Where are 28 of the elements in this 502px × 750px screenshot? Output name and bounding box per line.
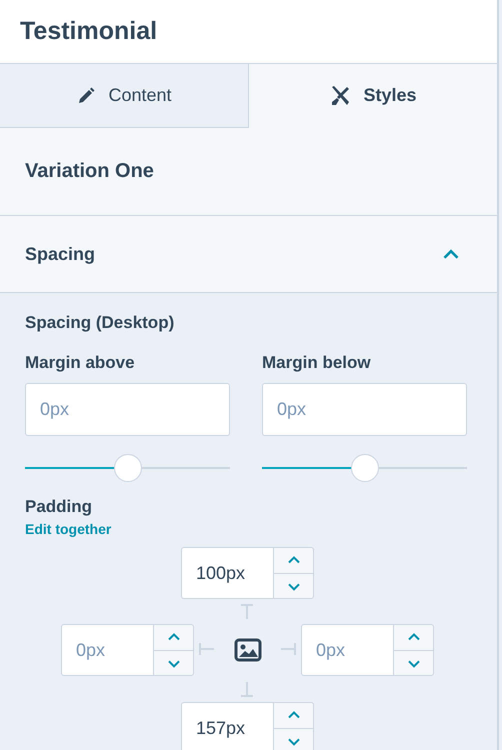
- chevron-up-icon: [166, 632, 180, 642]
- chevron-up-icon: [286, 710, 300, 720]
- group-title: Spacing (Desktop): [25, 313, 176, 333]
- slider-thumb[interactable]: [350, 454, 378, 482]
- panel-title: Testimonial: [20, 17, 158, 46]
- tab[interactable]: Content: [0, 64, 249, 128]
- field-label: Padding: [25, 497, 94, 517]
- padding-input[interactable]: 0px: [301, 624, 393, 676]
- field-label: Margin above: [25, 353, 136, 373]
- chevron-down-icon: [286, 580, 300, 591]
- margin-input[interactable]: 0px: [262, 383, 467, 436]
- padding-input[interactable]: 0px: [61, 624, 153, 676]
- padding-input[interactable]: 100px: [181, 547, 273, 599]
- pencil-icon: [76, 86, 96, 106]
- padding-input[interactable]: 157px: [181, 702, 273, 750]
- field-label: Margin below: [262, 353, 372, 373]
- crossed-tools-icon: [329, 84, 352, 106]
- margin-input[interactable]: 0px: [25, 383, 230, 436]
- chevron-up-icon: [406, 632, 420, 642]
- section-header[interactable]: Spacing: [0, 216, 497, 293]
- variation-title: Variation One: [25, 160, 154, 183]
- chevron-down-icon: [166, 658, 180, 668]
- slider-thumb[interactable]: [114, 454, 142, 482]
- chevron-up-icon: [286, 555, 300, 566]
- chevron-down-icon: [286, 736, 300, 746]
- image-icon: [234, 638, 262, 662]
- chevron-down-icon: [406, 658, 420, 668]
- tab[interactable]: Styles: [249, 64, 497, 128]
